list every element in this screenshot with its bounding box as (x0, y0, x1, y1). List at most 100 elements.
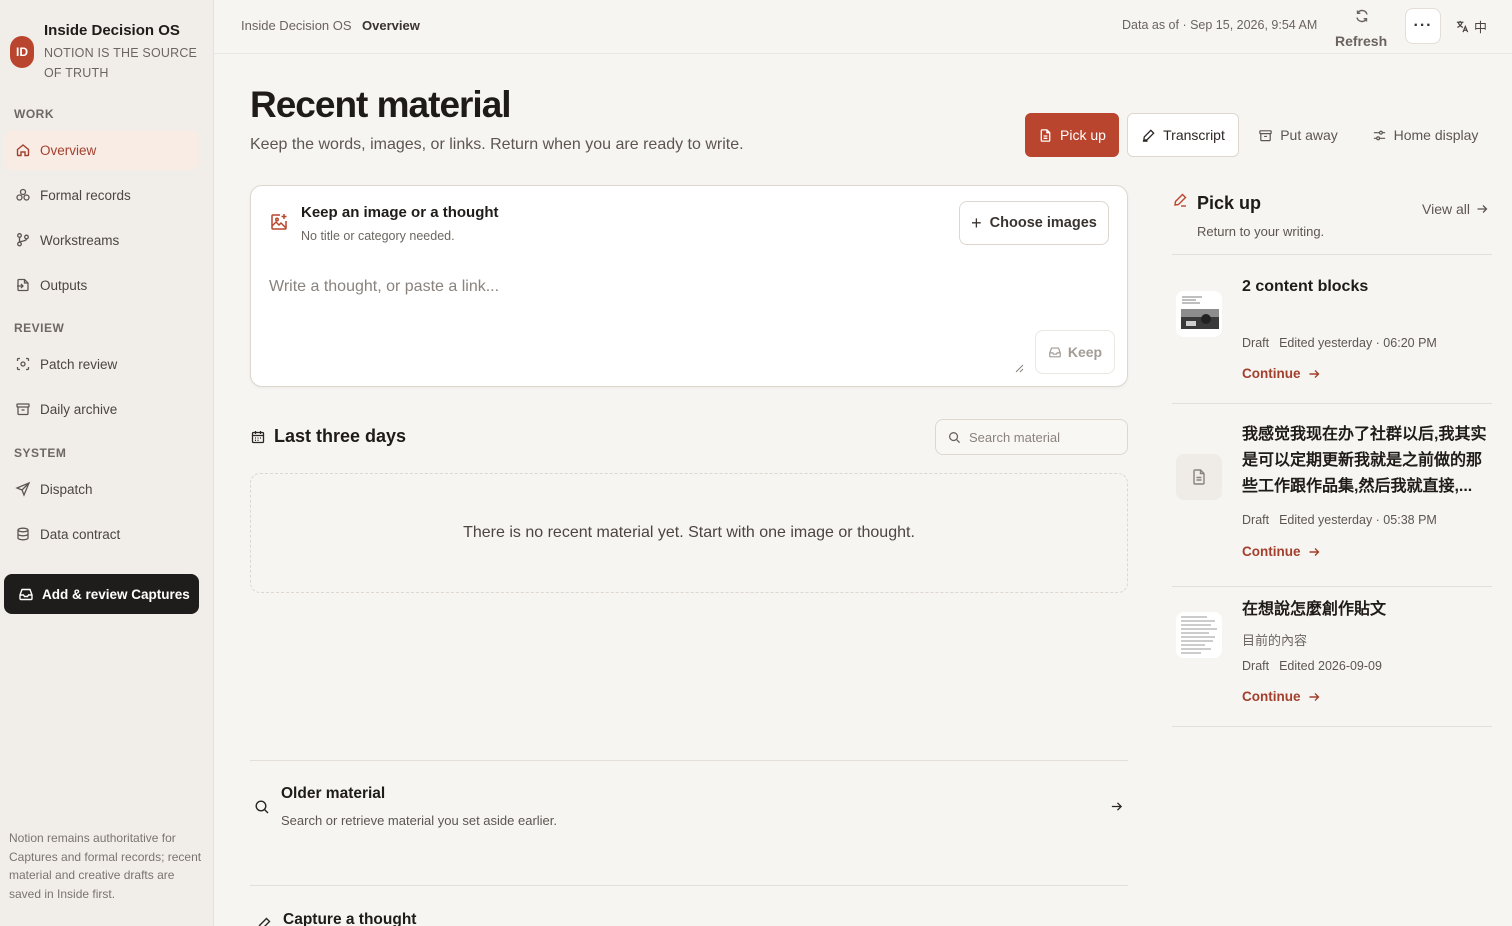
sidebar-item-formal-records[interactable]: Formal records (5, 175, 199, 215)
choose-images-button[interactable]: + Choose images (959, 201, 1109, 245)
arrow-right-icon (1111, 802, 1123, 811)
draft-item[interactable]: 我感觉我现在办了社群以后,我其实是可以定期更新我就是之前做的那些工作跟作品集,然… (1172, 403, 1492, 586)
inbox-icon (19, 588, 33, 601)
pick-up-button[interactable]: Pick up (1025, 113, 1119, 157)
continue-button[interactable]: Continue (1242, 366, 1320, 381)
transcript-label: Transcript (1163, 127, 1225, 143)
cta-label: Add & review Captures (42, 586, 190, 602)
transcript-button[interactable]: Transcript (1127, 113, 1239, 157)
branch-icon (17, 233, 29, 247)
arrow-right-icon (1309, 547, 1319, 556)
page-title: Recent material (250, 84, 512, 125)
translate-icon (1456, 20, 1469, 33)
draft-meta: Draft Edited 2026-09-09 (1242, 659, 1382, 673)
draft-list: 2 content blocks Draft Edited yesterday ·… (1172, 254, 1492, 727)
nav-section-work: WORK (14, 107, 54, 121)
keep-card-subtitle: No title or category needed. (301, 229, 455, 243)
draft-status: Draft (1242, 659, 1270, 673)
pick-up-label: Pick up (1060, 127, 1106, 143)
sidebar-item-label: Workstreams (40, 232, 120, 248)
pen-icon (258, 917, 271, 926)
refresh-icon (1356, 9, 1368, 23)
view-all-label: View all (1422, 201, 1470, 217)
archive-icon (1259, 129, 1272, 141)
sidebar-item-workstreams[interactable]: Workstreams (5, 220, 199, 260)
sidebar-item-label: Data contract (40, 526, 121, 542)
add-review-captures-button[interactable]: Add & review Captures (4, 574, 199, 614)
draft-status: Draft (1242, 336, 1270, 350)
language-label: 中 (1474, 20, 1488, 35)
capture-thought-title: Capture a thought (283, 911, 417, 926)
empty-state-text: There is no recent material yet. Start w… (463, 524, 915, 541)
send-icon (15, 481, 31, 497)
pen-icon (1143, 128, 1155, 142)
document-icon (1193, 469, 1205, 485)
draft-item[interactable]: 在想說怎麼創作貼文 目前的內容 Draft Edited 2026-09-09 C… (1172, 586, 1492, 727)
sidebar-item-label: Overview (40, 142, 97, 158)
capture-thought-section[interactable]: Capture a thought (250, 885, 1128, 926)
sidebar-item-label: Daily archive (40, 401, 118, 417)
continue-button[interactable]: Continue (1242, 544, 1320, 559)
sidebar-item-overview[interactable]: Overview (5, 130, 199, 170)
empty-state: There is no recent material yet. Start w… (250, 473, 1128, 593)
sidebar-item-daily-archive[interactable]: Daily archive (5, 389, 199, 429)
document-icon (1040, 128, 1051, 142)
put-away-label: Put away (1280, 127, 1338, 143)
image-add-icon (271, 214, 287, 230)
brand-name: Inside Decision OS (44, 22, 180, 39)
sidebar-item-label: Outputs (40, 277, 88, 293)
sidebar-item-patch-review[interactable]: Patch review (5, 344, 199, 384)
arrow-right-icon (1309, 369, 1319, 378)
search-material[interactable] (935, 419, 1128, 455)
put-away-button[interactable]: Put away (1250, 113, 1346, 157)
refresh-label: Refresh (1335, 33, 1388, 49)
resize-handle-icon[interactable] (1015, 364, 1024, 373)
search-input[interactable] (969, 429, 1119, 445)
older-material-link[interactable]: Older material Search or retrieve materi… (250, 760, 1128, 885)
continue-label: Continue (1242, 689, 1301, 704)
page-subtitle: Keep the words, images, or links. Return… (250, 136, 744, 153)
brand-logo: ID (10, 36, 34, 68)
more-options-button[interactable]: ··· (1405, 8, 1441, 44)
sidebar-item-dispatch[interactable]: Dispatch (5, 469, 199, 509)
draft-subtitle: 目前的內容 (1242, 633, 1308, 648)
draft-title: 2 content blocks (1242, 278, 1369, 295)
older-material-subtitle: Search or retrieve material you set asid… (281, 813, 558, 828)
sidebar-item-data-contract[interactable]: Data contract (5, 514, 199, 554)
calendar-icon (251, 430, 265, 443)
topbar: Inside Decision OS Overview Data as of ·… (214, 0, 1512, 54)
breadcrumb-root[interactable]: Inside Decision OS (241, 18, 352, 33)
continue-label: Continue (1242, 366, 1301, 381)
home-display-button[interactable]: Home display (1362, 113, 1488, 157)
keep-label: Keep (1067, 344, 1103, 360)
home-icon (16, 144, 30, 157)
home-display-label: Home display (1393, 127, 1479, 143)
arrow-right-icon (1309, 692, 1319, 701)
plus-icon: + (971, 212, 982, 233)
continue-label: Continue (1242, 544, 1301, 559)
records-icon (16, 188, 30, 201)
inbox-icon (1049, 347, 1061, 358)
draft-status: Draft (1242, 513, 1270, 527)
keep-card-title: Keep an image or a thought (301, 204, 499, 221)
sidebar: ID Inside Decision OS NOTION IS THE SOUR… (0, 0, 214, 926)
draft-meta: Draft Edited yesterday · 06:20 PM (1242, 336, 1437, 350)
continue-button[interactable]: Continue (1242, 689, 1320, 704)
keep-button[interactable]: Keep (1035, 330, 1115, 374)
view-all-link[interactable]: View all (1422, 201, 1488, 217)
search-icon (255, 800, 269, 814)
database-icon (17, 527, 29, 541)
choose-images-label: Choose images (989, 215, 1097, 231)
pick-up-panel-subtitle: Return to your writing. (1197, 224, 1325, 239)
draft-item[interactable]: 2 content blocks Draft Edited yesterday ·… (1172, 254, 1492, 403)
draft-edited: Edited yesterday · 06:20 PM (1279, 336, 1437, 350)
sidebar-note: Notion remains authoritative for Capture… (9, 831, 202, 901)
language-toggle[interactable]: 中 (1455, 17, 1487, 36)
pick-up-panel-title: Pick up (1197, 193, 1262, 213)
nav-section-review: REVIEW (14, 321, 65, 335)
arrow-right-icon (1477, 205, 1488, 213)
brand-tagline: NOTION IS THE SOURCE OF TRUTH (44, 46, 198, 80)
refresh-button[interactable]: Refresh (1332, 6, 1392, 52)
sidebar-item-outputs[interactable]: Outputs (5, 265, 199, 305)
thought-input[interactable] (269, 272, 909, 302)
